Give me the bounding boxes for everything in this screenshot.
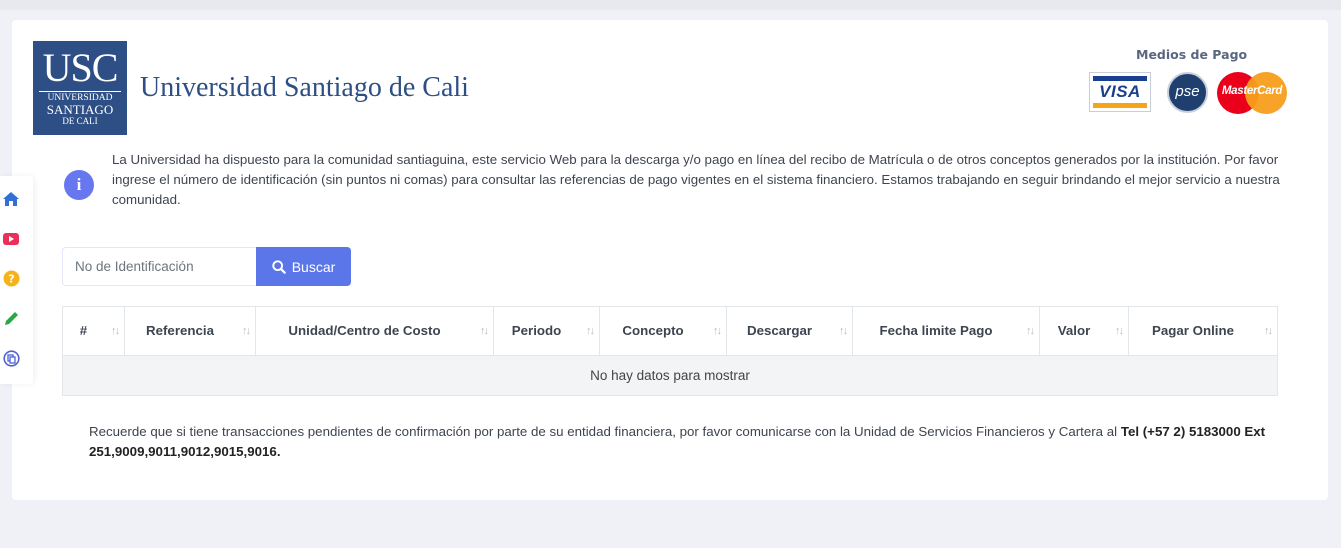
logo-line-2: SANTIAGO — [46, 102, 114, 117]
sidenav-home[interactable] — [0, 188, 22, 210]
info-icon: i — [64, 170, 94, 200]
sidenav-edit[interactable] — [0, 307, 22, 329]
table-empty-message: No hay datos para mostrar — [63, 356, 1277, 395]
sort-icon: ↑↓ — [242, 325, 251, 337]
footer-text: Recuerde que si tiene transacciones pend… — [89, 424, 1121, 439]
sidenav-copy[interactable] — [0, 347, 22, 369]
column-header[interactable]: Referencia ↑↓ — [125, 307, 256, 355]
mastercard-text: MasterCard — [1221, 85, 1283, 97]
visa-logo: VISA — [1089, 72, 1151, 112]
search-button-label: Buscar — [291, 258, 336, 275]
home-icon — [3, 192, 19, 206]
sort-icon: ↑↓ — [1026, 325, 1035, 337]
page-title: Universidad Santiago de Cali — [140, 72, 469, 103]
sort-icon: ↑↓ — [111, 325, 120, 337]
search-icon — [272, 259, 286, 274]
sort-icon: ↑↓ — [1115, 325, 1124, 337]
column-header[interactable]: Descargar ↑↓ — [727, 307, 853, 355]
side-nav: ? — [0, 176, 33, 384]
column-header[interactable]: Valor ↑↓ — [1040, 307, 1129, 355]
pse-logo: pse — [1167, 72, 1208, 113]
payments-table: # ↑↓ Referencia ↑↓ Unidad/Centro de Costo ↑… — [62, 306, 1278, 396]
copy-icon — [2, 349, 20, 367]
column-header[interactable]: Concepto ↑↓ — [600, 307, 727, 355]
sort-icon: ↑↓ — [586, 325, 595, 337]
info-text: La Universidad ha dispuesto para la comu… — [112, 152, 1280, 207]
identification-input[interactable] — [62, 247, 256, 286]
help-icon: ? — [3, 270, 19, 286]
payment-methods-title: Medios de Pago — [1136, 47, 1248, 62]
column-header[interactable]: Unidad/Centro de Costo ↑↓ — [256, 307, 494, 355]
footer-note: Recuerde que si tiene transacciones pend… — [89, 422, 1289, 462]
edit-icon — [4, 311, 18, 325]
sort-icon: ↑↓ — [1264, 325, 1273, 337]
youtube-icon — [3, 233, 19, 245]
mastercard-logo: MasterCard — [1217, 72, 1287, 114]
top-strip — [0, 0, 1341, 10]
column-header[interactable]: Periodo ↑↓ — [494, 307, 600, 355]
column-header[interactable]: Pagar Online ↑↓ — [1129, 307, 1277, 355]
logo-line-3: DE CALI — [62, 116, 98, 126]
sidenav-youtube[interactable] — [0, 228, 22, 250]
svg-text:?: ? — [8, 272, 14, 285]
visa-text: VISA — [1099, 82, 1141, 101]
sidenav-help[interactable]: ? — [0, 267, 22, 289]
sort-icon: ↑↓ — [713, 325, 722, 337]
pse-text: pse — [1175, 83, 1200, 100]
sort-icon: ↑↓ — [839, 325, 848, 337]
search-button[interactable]: Buscar — [256, 247, 351, 286]
table-header: # ↑↓ Referencia ↑↓ Unidad/Centro de Costo ↑… — [63, 307, 1277, 356]
column-header[interactable]: Fecha limite Pago ↑↓ — [853, 307, 1040, 355]
main-card: USC UNIVERSIDAD SANTIAGO DE CALI Univers… — [12, 20, 1328, 500]
usc-logo[interactable]: USC UNIVERSIDAD SANTIAGO DE CALI — [33, 41, 127, 135]
logo-rule — [39, 91, 121, 92]
logo-acronym: USC — [42, 45, 119, 90]
sort-icon: ↑↓ — [480, 325, 489, 337]
column-header[interactable]: # ↑↓ — [63, 307, 125, 355]
